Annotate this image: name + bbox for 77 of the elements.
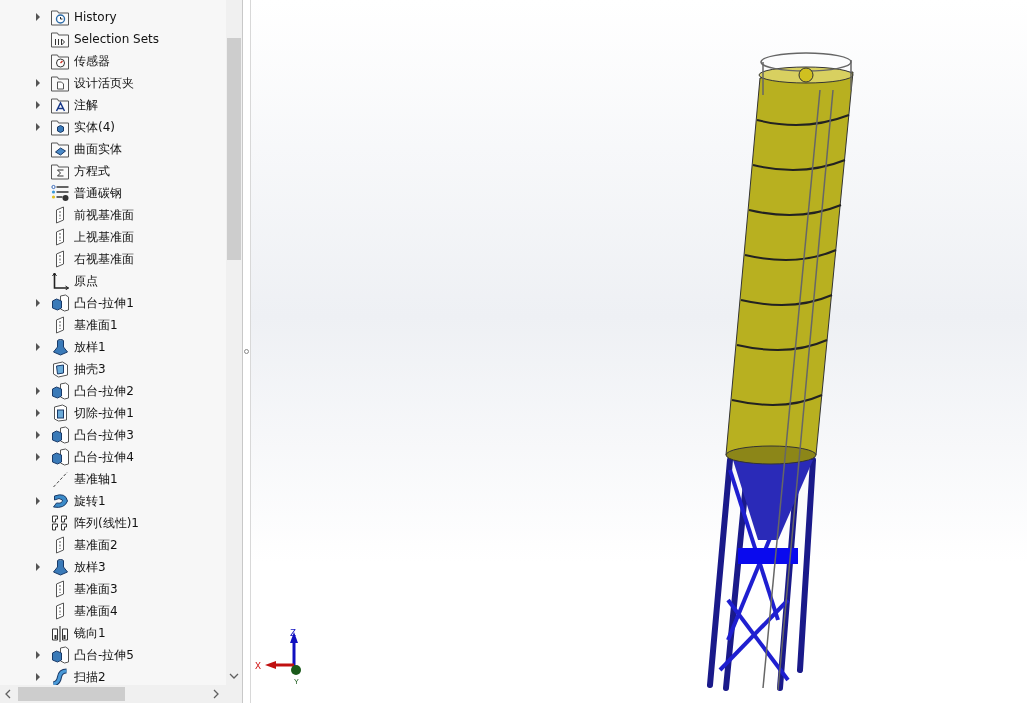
tree-item-label[interactable]: 方程式 — [74, 162, 110, 180]
tree-item-label[interactable]: 凸台-拉伸2 — [74, 382, 134, 400]
horizontal-scrollbar[interactable] — [0, 685, 242, 703]
expand-arrow-icon[interactable] — [36, 673, 40, 681]
tree-item-label[interactable]: History — [74, 8, 117, 26]
tapered-solid-icon — [50, 338, 70, 356]
origin-axes-icon — [50, 272, 70, 290]
tree-item-label[interactable]: 凸台-拉伸3 — [74, 426, 134, 444]
tree-item-label[interactable]: 注解 — [74, 96, 98, 114]
expand-arrow-icon[interactable] — [36, 123, 40, 131]
tree-item-label[interactable]: 放样3 — [74, 558, 106, 576]
expand-arrow-icon[interactable] — [36, 563, 40, 571]
tree-item-label[interactable]: 凸台-拉伸4 — [74, 448, 134, 466]
tree-item-label[interactable]: 曲面实体 — [74, 140, 122, 158]
folder-gauge-icon — [50, 52, 70, 70]
tree-item-label[interactable]: 基准面3 — [74, 580, 118, 598]
folder-sigma-icon — [50, 162, 70, 180]
extruded-block-icon — [50, 382, 70, 400]
tree-item-label[interactable]: 放样1 — [74, 338, 106, 356]
tree-item-label[interactable]: 切除-拉伸1 — [74, 404, 134, 422]
tree-item-label[interactable]: 镜向1 — [74, 624, 106, 642]
tree-item-label[interactable]: 扫描2 — [74, 668, 106, 685]
material-list-icon — [50, 184, 70, 202]
axis-line-icon — [50, 470, 70, 488]
tree-item-label[interactable]: 基准面4 — [74, 602, 118, 620]
scroll-left-icon[interactable] — [5, 689, 11, 699]
expand-arrow-icon[interactable] — [36, 299, 40, 307]
expand-arrow-icon[interactable] — [36, 101, 40, 109]
tree-item-label[interactable]: 阵列(线性)1 — [74, 514, 139, 532]
expand-arrow-icon[interactable] — [36, 13, 40, 21]
scroll-thumb[interactable] — [18, 687, 125, 701]
tree-item-label[interactable]: 上视基准面 — [74, 228, 134, 246]
tree-item-label[interactable]: 抽壳3 — [74, 360, 106, 378]
tree-item-label[interactable]: 基准面2 — [74, 536, 118, 554]
expand-arrow-icon[interactable] — [36, 79, 40, 87]
scroll-right-icon[interactable] — [213, 689, 219, 699]
expand-arrow-icon[interactable] — [36, 497, 40, 505]
tree-item-label[interactable]: 旋转1 — [74, 492, 106, 510]
tree-item-label[interactable]: 实体(4) — [74, 118, 115, 136]
tree-item-label[interactable]: 凸台-拉伸5 — [74, 646, 134, 664]
folder-letter-icon — [50, 96, 70, 114]
expand-arrow-icon[interactable] — [36, 409, 40, 417]
hollow-box-icon — [50, 360, 70, 378]
tree-item-label[interactable]: 原点 — [74, 272, 98, 290]
y-axis-label: Y — [294, 677, 299, 686]
extruded-block-icon — [50, 448, 70, 466]
tapered-solid-icon — [50, 558, 70, 576]
vertical-scrollbar[interactable] — [226, 0, 242, 685]
revolved-solid-icon — [50, 492, 70, 510]
tree-item-label[interactable]: 基准面1 — [74, 316, 118, 334]
tree-item-label[interactable]: 传感器 — [74, 52, 110, 70]
expand-arrow-icon[interactable] — [36, 387, 40, 395]
tree-item-label[interactable]: 前视基准面 — [74, 206, 134, 224]
expand-arrow-icon[interactable] — [36, 453, 40, 461]
extruded-block-icon — [50, 426, 70, 444]
tree-item-label[interactable]: 基准轴1 — [74, 470, 118, 488]
tree-item-label[interactable]: 凸台-拉伸1 — [74, 294, 134, 312]
tree-item-label[interactable]: 设计活页夹 — [74, 74, 134, 92]
folder-icon — [50, 30, 70, 48]
scroll-down-icon[interactable] — [229, 673, 239, 679]
linear-pattern-icon — [50, 514, 70, 532]
x-axis-label: X — [255, 661, 261, 672]
expand-arrow-icon[interactable] — [36, 651, 40, 659]
extruded-block-icon — [50, 646, 70, 664]
scroll-thumb[interactable] — [227, 38, 241, 260]
folder-cube-icon — [50, 118, 70, 136]
expand-arrow-icon[interactable] — [36, 431, 40, 439]
folder-document-icon — [50, 74, 70, 92]
expand-arrow-icon[interactable] — [36, 343, 40, 351]
tree-item-label[interactable]: 右视基准面 — [74, 250, 134, 268]
sweep-curve-icon — [50, 668, 70, 685]
folder-clock-icon — [50, 8, 70, 26]
folder-surface-icon — [50, 140, 70, 158]
tree-item-label[interactable]: 普通碳钢 — [74, 184, 122, 202]
tree-item-label[interactable]: Selection Sets — [74, 30, 160, 48]
extruded-block-icon — [50, 294, 70, 312]
mirror-icon — [50, 624, 70, 642]
